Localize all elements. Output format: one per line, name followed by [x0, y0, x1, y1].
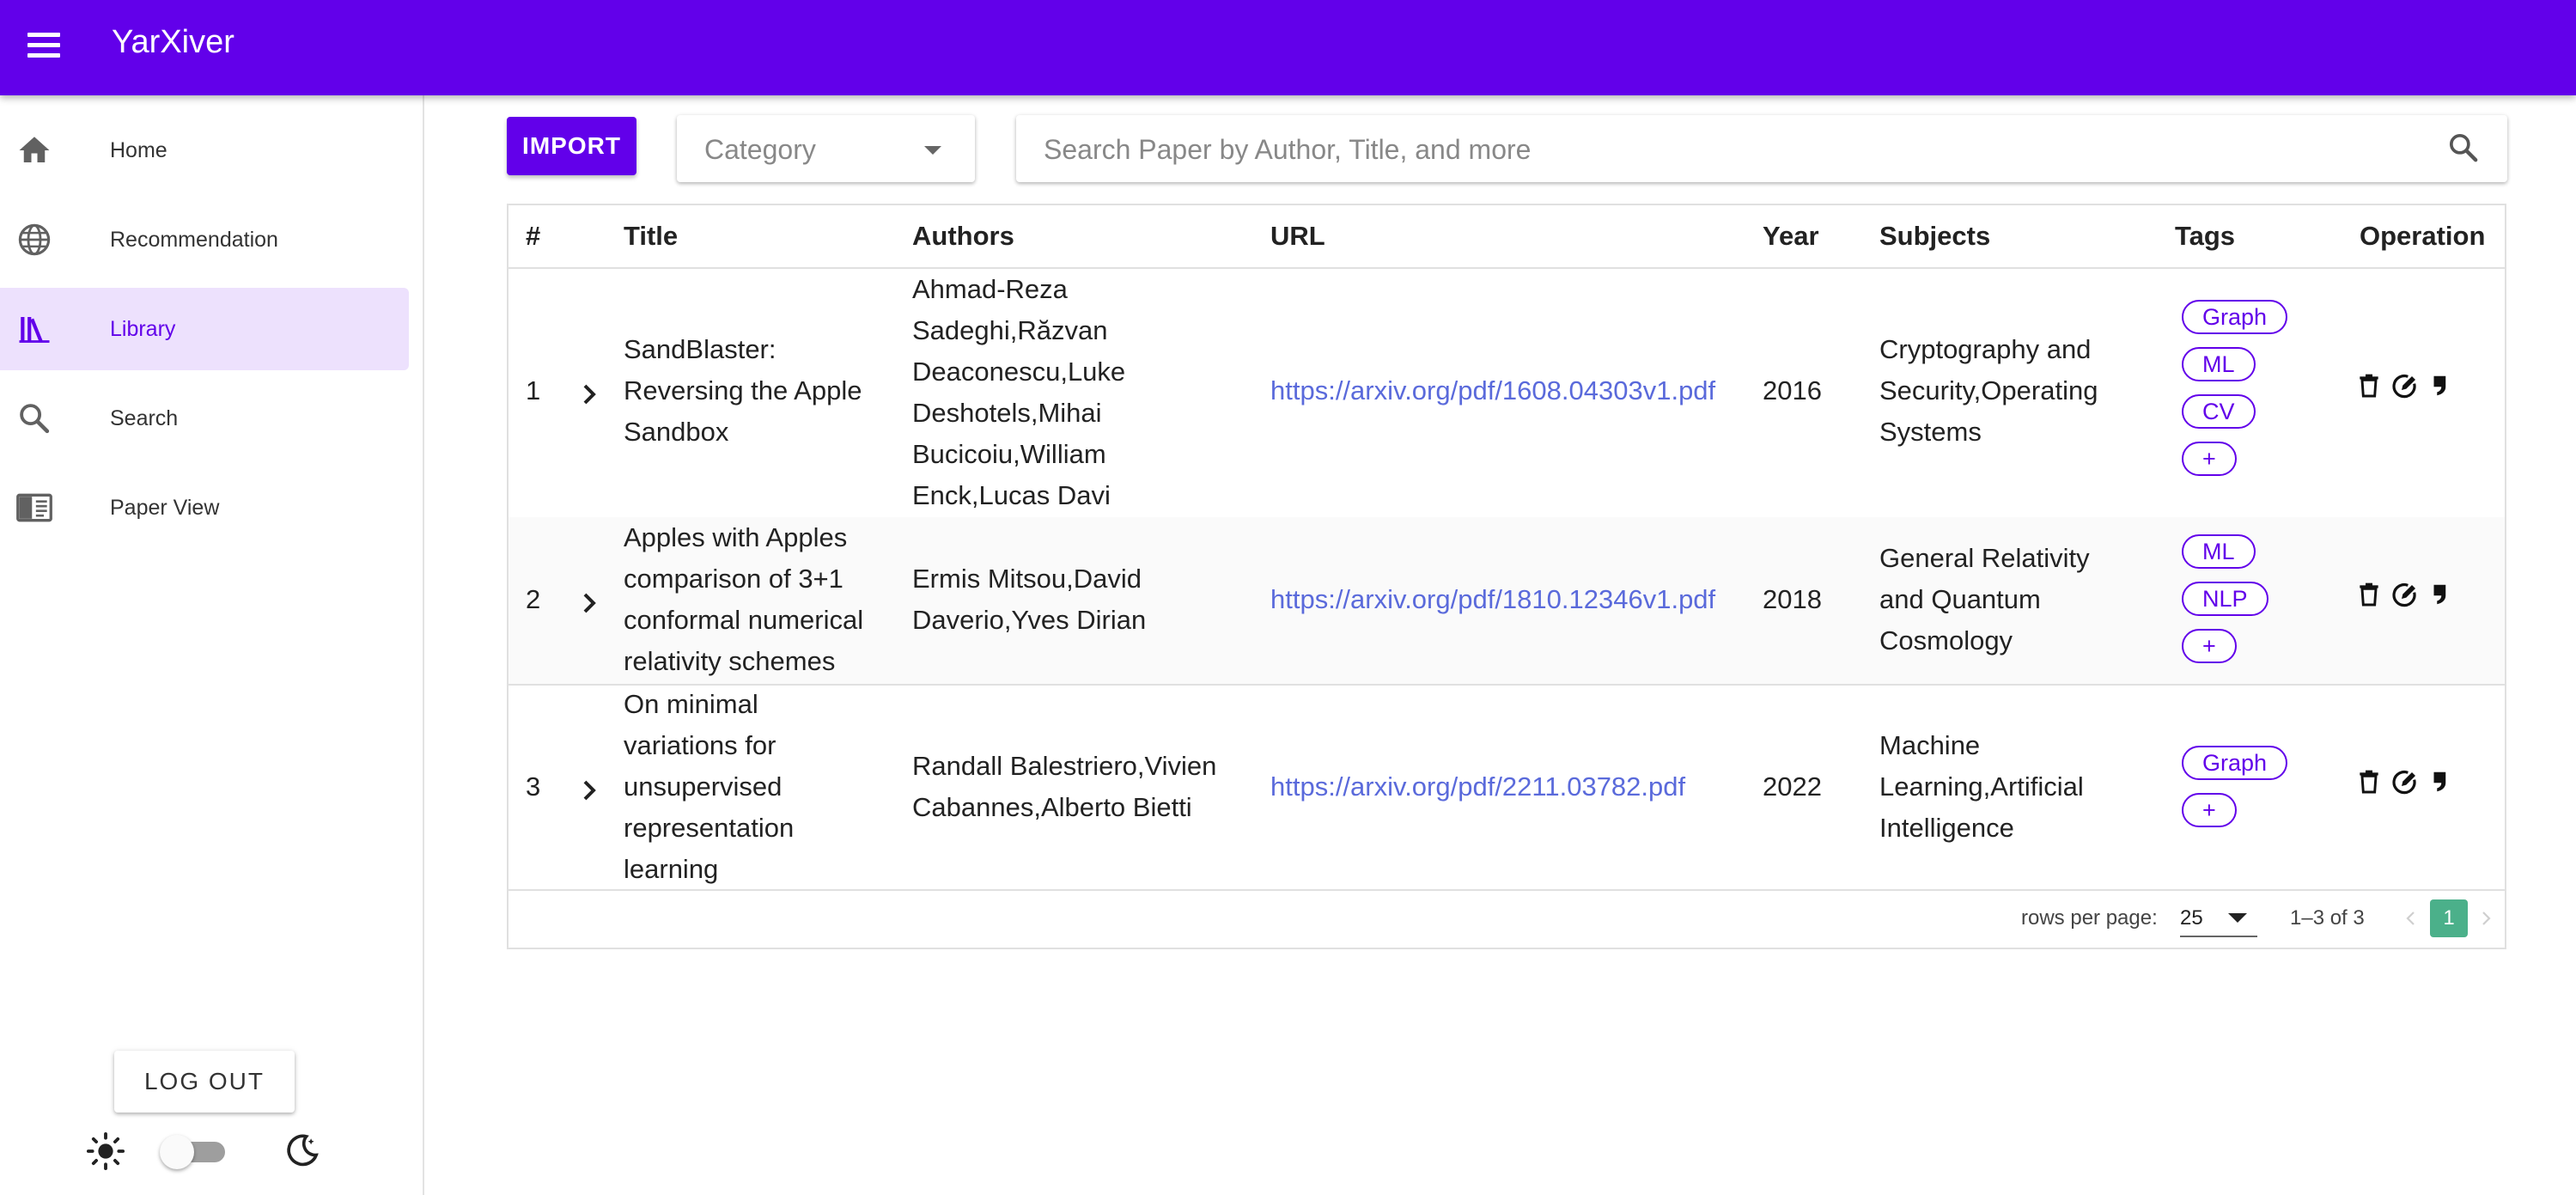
home-icon: [15, 131, 53, 169]
tag-list: ML NLP +: [2182, 534, 2268, 663]
paper-url-link[interactable]: https://arxiv.org/pdf/1810.12346v1.pdf: [1270, 579, 1715, 620]
tag-chip[interactable]: Graph: [2182, 746, 2288, 780]
sun-icon: [86, 1131, 125, 1175]
table-row: 3 On minimal variations for unsupervised…: [509, 684, 2505, 891]
sidebar-item-label: Search: [110, 405, 179, 430]
quote-icon[interactable]: [2427, 581, 2455, 608]
app-title: YarXiver: [112, 24, 234, 60]
sidebar-item-label: Paper View: [110, 495, 220, 520]
sidebar: Home Recommendation Library Search Paper…: [0, 95, 424, 1195]
chevron-down-icon: [2228, 913, 2247, 923]
tag-list: Graph +: [2182, 746, 2288, 827]
paper-title: SandBlaster: Reversing the Apple Sandbox: [624, 334, 862, 447]
tag-chip[interactable]: Graph: [2182, 300, 2288, 334]
row-index: 2: [526, 584, 541, 614]
app-bar: YarXiver: [0, 0, 2576, 95]
category-placeholder: Category: [704, 134, 816, 165]
tag-chip[interactable]: NLP: [2182, 582, 2268, 616]
table-row: 2 Apples with Apples comparison of 3+1 c…: [509, 517, 2505, 686]
sidebar-item-label: Recommendation: [110, 227, 278, 252]
paper-url-link[interactable]: https://arxiv.org/pdf/1608.04303v1.pdf: [1270, 370, 1715, 412]
sidebar-item-search[interactable]: Search: [0, 377, 409, 460]
logout-button[interactable]: LOG OUT: [114, 1051, 295, 1113]
column-header-operation: Operation: [2360, 221, 2486, 251]
column-header-title[interactable]: Title: [624, 221, 678, 252]
paper-authors: Ahmad-Reza Sadeghi,Răzvan Deaconescu,Luk…: [912, 274, 1126, 510]
papers-table: # Title Authors URL Year Subjects Tags O…: [507, 204, 2506, 949]
row-operations: [2355, 372, 2455, 399]
add-tag-button[interactable]: +: [2182, 442, 2237, 476]
rows-per-page-label: rows per page:: [2021, 906, 2158, 930]
quote-icon[interactable]: [2427, 768, 2455, 796]
previous-page-icon[interactable]: [2401, 908, 2421, 929]
library-icon: [15, 310, 53, 348]
paper-subjects: Cryptography and Security,Operating Syst…: [1879, 334, 2098, 447]
search-bar: [1016, 115, 2507, 182]
add-tag-button[interactable]: +: [2182, 793, 2237, 827]
add-tag-button[interactable]: +: [2182, 629, 2237, 663]
page-button-current[interactable]: 1: [2430, 899, 2468, 937]
paper-year: 2022: [1763, 771, 1822, 802]
edit-icon[interactable]: [2391, 372, 2419, 399]
delete-icon[interactable]: [2355, 581, 2383, 608]
paper-year: 2018: [1763, 584, 1822, 614]
pagination-range: 1–3 of 3: [2290, 906, 2365, 930]
expand-row-icon[interactable]: [572, 586, 606, 620]
row-index: 1: [526, 375, 541, 405]
globe-icon: [15, 221, 53, 259]
paper-title: On minimal variations for unsupervised r…: [624, 689, 795, 884]
search-input[interactable]: [1042, 127, 2420, 172]
expand-row-icon[interactable]: [572, 773, 606, 808]
tag-chip[interactable]: ML: [2182, 347, 2256, 381]
column-header-url[interactable]: URL: [1270, 221, 1325, 252]
rows-per-page-select[interactable]: 25: [2180, 899, 2257, 937]
tag-chip[interactable]: CV: [2182, 394, 2256, 429]
tag-chip[interactable]: ML: [2182, 534, 2256, 569]
column-header-authors[interactable]: Authors: [912, 221, 1014, 252]
row-index: 3: [526, 771, 541, 802]
sidebar-item-paper-view[interactable]: Paper View: [0, 466, 409, 549]
table-row: 1 SandBlaster: Reversing the Apple Sandb…: [509, 269, 2505, 519]
column-header-tags: Tags: [2175, 221, 2236, 251]
menu-icon[interactable]: [24, 25, 65, 66]
column-header-index: #: [526, 221, 541, 251]
row-operations: [2355, 581, 2455, 608]
import-button[interactable]: IMPORT: [507, 117, 636, 175]
paper-view-icon: [15, 489, 53, 527]
tag-list: Graph ML CV +: [2182, 300, 2288, 476]
delete-icon[interactable]: [2355, 768, 2383, 796]
paper-year: 2016: [1763, 375, 1822, 405]
paper-authors: Randall Balestriero,Vivien Cabannes,Albe…: [912, 751, 1217, 822]
row-operations: [2355, 768, 2455, 796]
sidebar-item-library[interactable]: Library: [0, 288, 409, 370]
paper-authors: Ermis Mitsou,David Daverio,Yves Dirian: [912, 564, 1147, 635]
sidebar-item-recommendation[interactable]: Recommendation: [0, 198, 409, 281]
toggle-thumb: [160, 1135, 194, 1169]
sidebar-item-label: Home: [110, 137, 167, 162]
moon-icon: [283, 1131, 321, 1174]
category-select[interactable]: Category: [677, 115, 975, 182]
rows-per-page-value: 25: [2180, 906, 2203, 930]
paper-subjects: General Relativity and Quantum Cosmology: [1879, 543, 2090, 655]
edit-icon[interactable]: [2391, 768, 2419, 796]
column-header-subjects[interactable]: Subjects: [1879, 221, 1990, 252]
sidebar-item-label: Library: [110, 316, 176, 341]
dark-mode-toggle[interactable]: [160, 1135, 225, 1169]
edit-icon[interactable]: [2391, 581, 2419, 608]
chevron-down-icon: [924, 146, 941, 155]
quote-icon[interactable]: [2427, 372, 2455, 399]
next-page-icon[interactable]: [2476, 908, 2496, 929]
expand-row-icon[interactable]: [572, 377, 606, 412]
column-header-year[interactable]: Year: [1763, 221, 1819, 252]
sidebar-item-home[interactable]: Home: [0, 109, 409, 192]
paper-subjects: Machine Learning,Artificial Intelligence: [1879, 730, 2084, 843]
paper-title: Apples with Apples comparison of 3+1 con…: [624, 522, 864, 676]
theme-switcher: [82, 1123, 340, 1183]
search-icon: [15, 399, 53, 437]
search-icon[interactable]: [2446, 131, 2481, 169]
paper-url-link[interactable]: https://arxiv.org/pdf/2211.03782.pdf: [1270, 766, 1685, 808]
delete-icon[interactable]: [2355, 372, 2383, 399]
